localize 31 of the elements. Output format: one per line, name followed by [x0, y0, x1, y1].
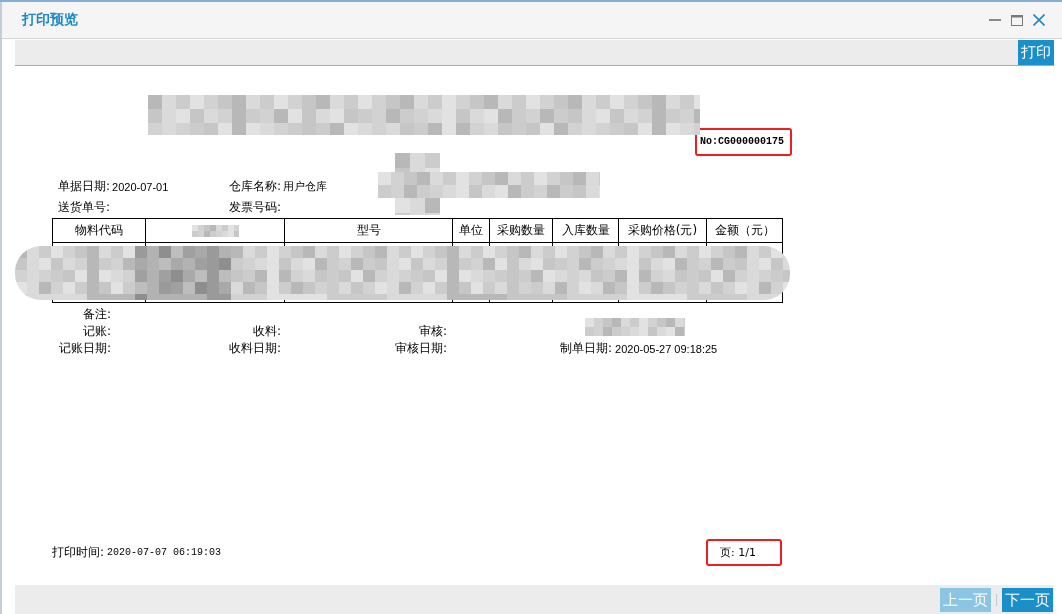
field-label: 记账:: [82, 323, 111, 340]
column-header: 单位: [452, 218, 490, 243]
column-header: 物料代码: [52, 218, 146, 243]
column-header: 采购价格(元): [618, 218, 707, 243]
page-number: 页: 1/1: [706, 539, 782, 566]
field-label: 仓库名称:: [229, 178, 282, 195]
window-title: 打印预览: [22, 11, 78, 29]
document-number: No:CG000000175: [695, 128, 792, 156]
field-label: 送货单号:: [58, 199, 111, 216]
print-button[interactable]: 打印: [1018, 40, 1054, 65]
maximize-icon[interactable]: [1011, 14, 1023, 26]
column-header: 型号: [284, 218, 453, 243]
next-page-button[interactable]: 下一页: [1002, 587, 1053, 612]
print-time-value: 2020-07-07 06:19:03: [107, 547, 222, 558]
field-label: 发票号码:: [229, 199, 282, 216]
field-label: 记账日期:: [58, 340, 111, 357]
field-label: 备注:: [82, 306, 111, 323]
column-header: 入库数量: [552, 218, 619, 243]
field-label: 收料日期:: [228, 340, 281, 357]
field-label: 审核:: [418, 323, 447, 340]
close-icon[interactable]: [1033, 14, 1045, 26]
field-label: 审核日期:: [394, 340, 447, 357]
field-value: 2020-07-01: [112, 180, 169, 193]
column-header: 金额（元）: [706, 218, 783, 243]
column-header: 采购数量: [489, 218, 553, 243]
print-time-label: 打印时间:: [52, 544, 105, 561]
field-label: 制单日期:: [560, 340, 613, 357]
field-value: 用户仓库: [283, 179, 328, 194]
field-label: 单据日期:: [58, 178, 111, 195]
field-value: 2020-05-27 09:18:25: [615, 342, 718, 355]
field-label: 收料:: [252, 323, 281, 340]
